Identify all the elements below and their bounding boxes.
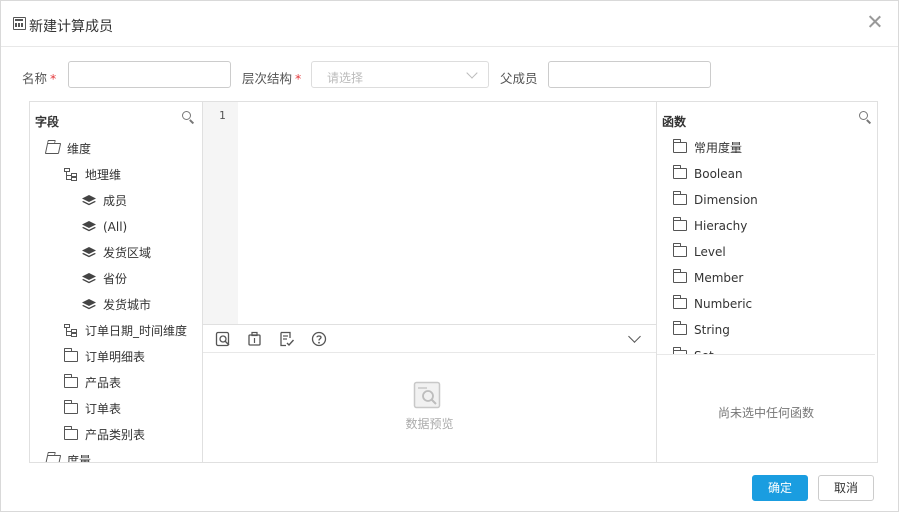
- layers-icon: [82, 273, 96, 284]
- folder-icon: [672, 217, 687, 231]
- function-empty-message: 尚未选中任何函数: [717, 406, 814, 420]
- tree-item-label: 度量: [67, 454, 92, 463]
- fields-panel: 字段 维度 地理维 成员 (All) 发货区域 省份 发货城市 订单日期_时间维…: [29, 101, 203, 463]
- function-category-label: Set: [694, 346, 714, 354]
- search-icon[interactable]: [182, 111, 195, 124]
- folder-icon: [672, 165, 687, 179]
- function-category-list: 常用度量 Boolean Dimension Hierachy Level Me…: [657, 138, 875, 355]
- fields-panel-title: 字段: [35, 115, 60, 129]
- tree-item-label: (All): [103, 220, 128, 234]
- folder-icon: [672, 269, 687, 283]
- tree-item-label: 订单明细表: [85, 350, 146, 364]
- tree-item-label: 维度: [67, 142, 92, 156]
- chevron-down-icon[interactable]: [628, 330, 641, 343]
- tree-item-label: 省份: [103, 272, 128, 286]
- preview-search-icon[interactable]: [215, 331, 231, 347]
- folder-open-icon: [44, 143, 62, 154]
- folder-icon: [672, 191, 687, 205]
- close-icon[interactable]: [865, 12, 885, 32]
- folder-icon: [63, 374, 78, 388]
- function-category-label: Level: [694, 245, 726, 259]
- hierarchy-icon: [64, 324, 78, 338]
- tree-item-label: 成员: [103, 194, 128, 208]
- help-icon[interactable]: [311, 331, 327, 347]
- function-category-label: Dimension: [694, 193, 758, 207]
- tree-item-label: 产品类别表: [85, 428, 146, 442]
- folder-icon: [672, 139, 687, 153]
- hierarchy-select-placeholder: 请选择: [327, 71, 364, 85]
- format-check-icon[interactable]: [279, 331, 295, 347]
- folder-open-icon: [44, 455, 62, 462]
- function-category-label: Member: [694, 271, 744, 285]
- chevron-down-icon: [466, 67, 478, 79]
- layers-icon: [82, 247, 96, 258]
- tree-item-label: 订单表: [85, 402, 122, 416]
- name-label: 名称 *: [22, 71, 57, 86]
- layers-icon: [82, 221, 96, 232]
- layers-icon: [82, 195, 96, 206]
- dialog-title: 新建计算成员: [29, 19, 113, 35]
- cancel-button[interactable]: 取消: [818, 475, 874, 501]
- data-preview-area: 数据预览: [203, 353, 656, 462]
- confirm-button[interactable]: 确定: [752, 475, 808, 501]
- folder-icon: [672, 347, 687, 354]
- function-category-label: Hierachy: [694, 219, 748, 233]
- clipboard-icon[interactable]: [247, 331, 263, 347]
- folder-icon: [63, 426, 78, 440]
- expression-editor-panel: 1 数据预览: [202, 101, 657, 463]
- folder-icon: [672, 321, 687, 335]
- tree-item-label: 订单日期_时间维度: [85, 324, 188, 338]
- function-category-label: Numberic: [694, 297, 753, 311]
- tree-item-label: 地理维: [85, 168, 122, 182]
- functions-panel-title: 函数: [662, 115, 687, 129]
- dialog-titlebar: 新建计算成员: [1, 1, 898, 47]
- function-category-label: String: [694, 323, 730, 337]
- calculator-icon: [13, 17, 26, 30]
- new-calculated-member-dialog: 新建计算成员 名称 * 层次结构 * 请选择 父成员 字段 维度 地理维 成员 (A…: [0, 0, 899, 512]
- data-preview-icon: [413, 381, 441, 409]
- tree-item-label: 发货区域: [103, 246, 152, 260]
- tree-item-label: 发货城市: [103, 298, 152, 312]
- folder-icon: [672, 295, 687, 309]
- hierarchy-select[interactable]: 请选择: [311, 61, 489, 88]
- folder-icon: [63, 348, 78, 362]
- functions-panel: 函数 常用度量 Boolean Dimension Hierachy Level: [656, 101, 878, 463]
- line-number-gutter: 1: [203, 102, 238, 324]
- code-editor[interactable]: [238, 102, 656, 324]
- hierarchy-icon: [64, 168, 78, 182]
- data-preview-label: 数据预览: [405, 417, 454, 431]
- tree-item-label: 产品表: [85, 376, 122, 390]
- folder-icon: [63, 400, 78, 414]
- search-icon[interactable]: [859, 111, 872, 124]
- name-input[interactable]: [68, 61, 231, 88]
- function-category-label: Boolean: [694, 167, 743, 181]
- editor-toolbar: [203, 324, 656, 353]
- layers-icon: [82, 299, 96, 310]
- hierarchy-label: 层次结构 *: [242, 71, 302, 86]
- folder-icon: [672, 243, 687, 257]
- parent-member-input[interactable]: [548, 61, 711, 88]
- line-number: 1: [219, 109, 226, 122]
- parent-member-label: 父成员: [500, 71, 538, 86]
- function-category-label: 常用度量: [694, 141, 743, 155]
